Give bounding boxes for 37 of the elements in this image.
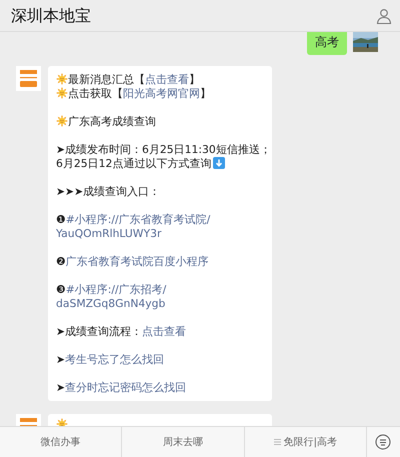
message-text: ❸ xyxy=(56,283,66,296)
down-arrow-icon xyxy=(213,157,226,169)
sun-icon xyxy=(56,115,68,127)
message-text: ➤ xyxy=(56,353,66,366)
message-text: ➤成绩查询流程： xyxy=(56,325,142,338)
menu-button[interactable]: 微信办事 xyxy=(0,427,122,457)
menu-button[interactable]: 周末去哪 xyxy=(122,427,245,457)
link[interactable]: 广东省教育考试院百度小程序 xyxy=(66,255,209,268)
keyboard-toggle-icon[interactable] xyxy=(375,434,392,450)
link[interactable]: #小程序://广东招考/ xyxy=(66,283,166,296)
message-text: 】 xyxy=(189,73,200,86)
message-text: 最新消息汇总【 xyxy=(68,73,145,86)
link[interactable]: 考生号忘了怎么找回 xyxy=(65,353,164,366)
message-text: 】 xyxy=(200,87,211,100)
profile-icon[interactable] xyxy=(376,8,392,24)
message-text: 点击获取【 xyxy=(68,87,123,100)
link[interactable]: daSMZGq8GnN4ygb xyxy=(56,297,166,310)
link[interactable]: 点击查看 xyxy=(145,73,189,86)
message-text: ❶ xyxy=(56,213,66,226)
avatar xyxy=(16,66,41,91)
link[interactable]: 点击查看 xyxy=(142,325,186,338)
message-text: ❷ xyxy=(56,255,66,268)
message-text: 广东高考成绩查询 xyxy=(68,115,156,128)
link[interactable]: YauQOmRlhLUWY3r xyxy=(56,227,162,240)
message-text: ➤➤➤成绩查询入口： xyxy=(56,185,160,198)
submenu-icon xyxy=(274,439,281,445)
message-text: ➤ xyxy=(56,381,66,394)
sun-icon xyxy=(56,73,68,85)
menu-button[interactable]: 免限行|高考 xyxy=(244,427,367,457)
message-text: ➤成绩发布时间：6月25日11:30短信推送； xyxy=(56,143,271,156)
link[interactable]: 阳光高考网官网 xyxy=(123,87,200,100)
sun-icon xyxy=(56,87,68,99)
link[interactable]: 查分时忘记密码怎么找回 xyxy=(65,381,186,394)
link[interactable]: #小程序://广东省教育考试院/ xyxy=(66,213,210,226)
page-title: 深圳本地宝 xyxy=(11,4,91,26)
chat-bubble: 高考 xyxy=(307,32,347,55)
message-text: 6月25日12点通过以下方式查询 xyxy=(56,157,212,170)
